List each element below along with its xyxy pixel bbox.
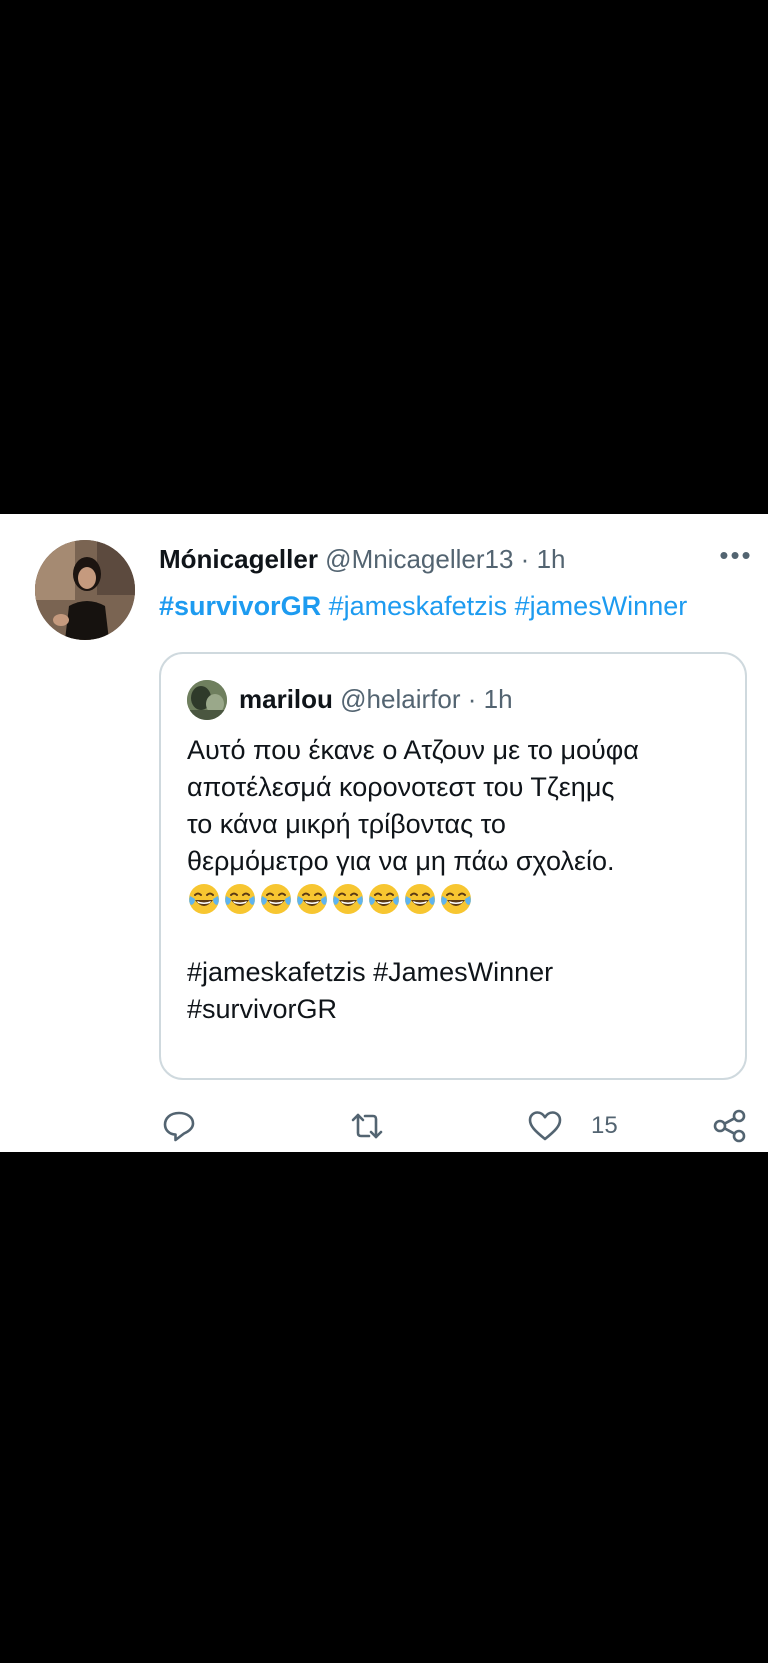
author-avatar[interactable] — [35, 540, 135, 640]
quoted-display-name[interactable]: marilou — [239, 684, 333, 714]
like-count: 15 — [591, 1112, 618, 1139]
tears-of-joy-emoji-icon — [441, 883, 471, 914]
tweet-card[interactable]: Mónicageller @Mnicageller13 · 1h ••• #su… — [0, 514, 768, 1152]
author-header: Mónicageller @Mnicageller13 · 1h — [159, 544, 566, 574]
hashtag-survivorgr[interactable]: #survivorGR — [159, 591, 321, 621]
tears-of-joy-emoji-icon — [225, 883, 255, 914]
quoted-hashtags-line-2[interactable]: #survivorGR — [187, 991, 732, 1028]
retweet-button[interactable] — [349, 1106, 385, 1146]
quoted-text-line-1: Αυτό που έκανε ο Ατζουν με το μούφα — [187, 735, 639, 765]
tweet-time[interactable]: 1h — [537, 544, 566, 574]
author-display-name[interactable]: Mónicageller — [159, 544, 318, 574]
like-button[interactable]: 15 — [527, 1106, 618, 1146]
tears-of-joy-emoji-icon — [261, 883, 291, 914]
reply-button[interactable] — [162, 1106, 196, 1146]
heart-icon[interactable] — [527, 1109, 563, 1143]
quoted-handle[interactable]: @helairfor — [340, 684, 460, 714]
share-icon[interactable] — [712, 1108, 748, 1144]
quoted-separator: · — [467, 684, 477, 714]
emoji-row — [187, 880, 732, 917]
retweet-icon[interactable] — [349, 1109, 385, 1143]
tears-of-joy-emoji-icon — [369, 883, 399, 914]
share-button[interactable] — [712, 1106, 748, 1146]
tears-of-joy-emoji-icon — [405, 883, 435, 914]
hashtag-rest[interactable]: #jameskafetzis #jamesWinner — [321, 591, 688, 621]
tweet-hashtags: #survivorGR #jameskafetzis #jamesWinner — [159, 590, 687, 622]
tears-of-joy-emoji-icon — [297, 883, 327, 914]
tears-of-joy-emoji-icon — [189, 883, 219, 914]
quoted-text-line-4: θερμόμετρο για να μη πάω σχολείο. — [187, 846, 615, 876]
action-bar: 15 — [0, 1106, 768, 1146]
reply-icon[interactable] — [162, 1109, 196, 1143]
author-handle[interactable]: @Mnicageller13 — [325, 544, 513, 574]
quoted-tweet[interactable]: marilou @helairfor · 1h Αυτό που έκανε ο… — [159, 652, 747, 1080]
quoted-author-avatar[interactable] — [187, 680, 227, 720]
quoted-text-line-3: το κάνα μικρή τρίβοντας το — [187, 809, 506, 839]
header-separator: · — [520, 544, 530, 574]
quoted-header: marilou @helairfor · 1h — [239, 684, 513, 714]
more-horizontal-icon[interactable]: ••• — [716, 542, 756, 574]
quoted-time[interactable]: 1h — [484, 684, 513, 714]
quoted-text-line-2: αποτέλεσμά κορονοτεστ του Τζεημς — [187, 772, 615, 802]
quoted-hashtags-line-1[interactable]: #jameskafetzis #JamesWinner — [187, 954, 732, 991]
quoted-text: Αυτό που έκανε ο Ατζουν με το μούφα αποτ… — [187, 732, 732, 1028]
tears-of-joy-emoji-icon — [333, 883, 363, 914]
